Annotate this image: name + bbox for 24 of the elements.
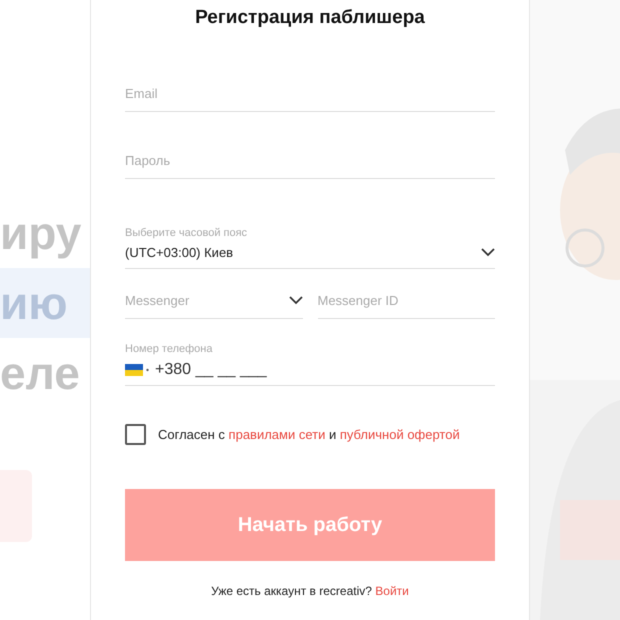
select-value: (UTC+03:00) Киев: [125, 245, 234, 260]
email-field[interactable]: Email: [125, 86, 495, 111]
password-field[interactable]: Пароль: [125, 153, 495, 178]
agreement-checkbox[interactable]: [125, 424, 146, 445]
phone-value: +380 __ __ ___: [155, 361, 267, 379]
offer-link[interactable]: публичной офертой: [340, 427, 460, 442]
agreement-text: Согласен с правилами сети и публичной офертой: [158, 427, 460, 442]
phone-field[interactable]: Номер телефона +380 __ __ ___: [125, 333, 495, 386]
chevron-down-icon: [481, 248, 495, 257]
messenger-select[interactable]: Messenger: [125, 269, 302, 319]
messenger-id-field[interactable]: Messenger ID: [318, 293, 495, 318]
modal-title: Регистрация паблишера: [194, 6, 426, 30]
timezone-select[interactable]: Выберите часовой пояс (UTC+03:00) Киев: [125, 214, 495, 269]
login-prompt: Уже есть аккаунт в recreativ? Войти: [210, 584, 410, 598]
heading-text: иру: [0, 206, 82, 261]
field-label: Выберите часовой пояс: [125, 227, 248, 239]
select-placeholder: Messenger: [125, 293, 190, 308]
rules-link[interactable]: правилами сети: [228, 427, 326, 442]
heading-text: еле: [0, 346, 81, 401]
field-label: Номер телефона: [125, 343, 214, 355]
chevron-down-icon: [288, 296, 302, 305]
highlighted-heading-text: ию: [0, 268, 90, 338]
login-link[interactable]: Войти: [375, 584, 409, 598]
flag-icon: [125, 364, 149, 376]
